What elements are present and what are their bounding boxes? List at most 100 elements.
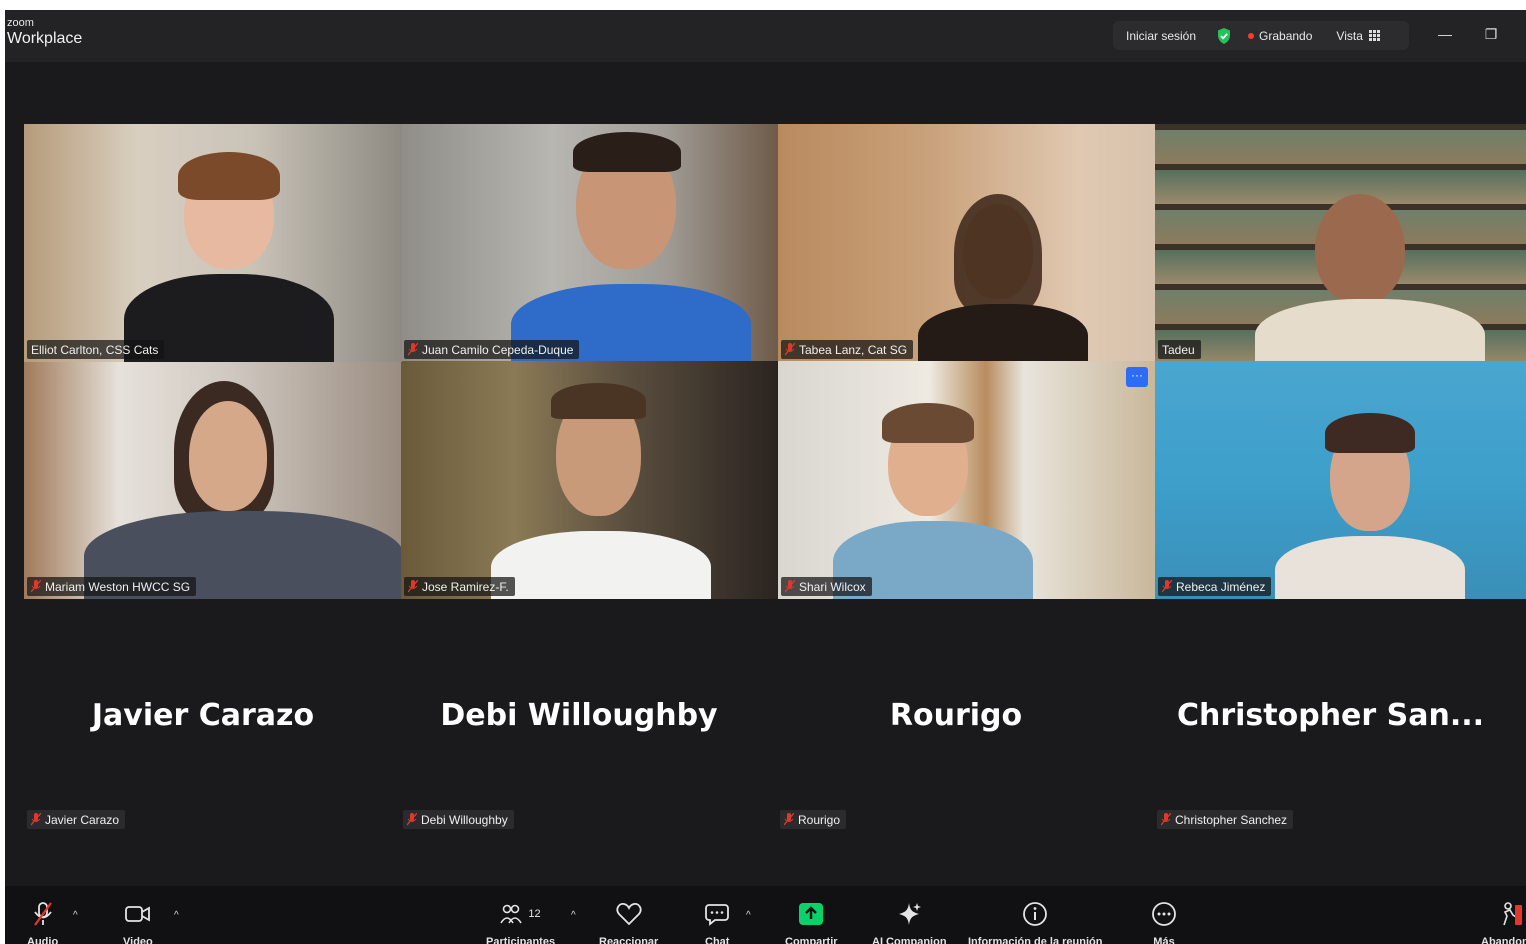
participant-name-tag: Shari Wilcox: [781, 577, 872, 596]
more-button[interactable]: Más: [1151, 900, 1177, 944]
participant-name-tag: Elliot Carlton, CSS Cats: [27, 340, 165, 359]
participants-count: 12: [528, 908, 541, 920]
sparkle-icon: [899, 903, 922, 925]
participant-hair: [573, 132, 681, 172]
leave-button[interactable]: Abandonar: [1481, 900, 1526, 944]
heart-icon: [616, 903, 642, 926]
mic-muted-icon: [784, 813, 794, 826]
participant-display-name: Debi Willoughby: [440, 698, 718, 733]
title-bar: zoom Workplace Iniciar sesión Grabando V…: [5, 10, 1526, 62]
shield-check-icon[interactable]: [1216, 27, 1232, 45]
share-label: Compartir: [785, 936, 838, 944]
participant-display-name: Rourigo: [889, 698, 1023, 733]
react-label: Reaccionar: [599, 936, 659, 944]
mic-muted-icon: [408, 343, 418, 356]
participant-name-tag: Mariam Weston HWCC SG: [27, 577, 197, 596]
ai-companion-button[interactable]: AI Companion: [872, 900, 947, 944]
video-options-caret[interactable]: ^: [174, 910, 179, 921]
recording-label: Grabando: [1259, 28, 1313, 43]
participant-name-tag: Rourigo: [780, 810, 847, 829]
video-tile[interactable]: Jose Ramirez-F.: [401, 361, 779, 599]
react-button[interactable]: Reaccionar: [599, 900, 658, 944]
video-tile[interactable]: Tadeu: [1155, 124, 1526, 362]
more-options-button[interactable]: ···: [1126, 367, 1148, 387]
participants-label: Participantes: [486, 936, 556, 944]
mic-muted-icon: [785, 580, 795, 593]
recording-dot-icon: [1248, 32, 1255, 39]
participant-display-name: Christopher San...: [1176, 698, 1485, 733]
chat-options-caret[interactable]: ^: [746, 910, 751, 921]
share-button[interactable]: Compartir: [785, 900, 838, 944]
more-icon: [1152, 902, 1176, 926]
mic-muted-icon: [408, 580, 418, 593]
participant-hair: [178, 152, 280, 200]
participants-icon: [500, 904, 523, 924]
mic-muted-icon: [31, 813, 41, 826]
view-button[interactable]: Vista: [1336, 28, 1380, 43]
participants-button[interactable]: 12 Participantes: [486, 900, 555, 944]
video-tile[interactable]: Juan Camilo Cepeda-Duque: [401, 124, 779, 362]
chat-icon: [705, 904, 730, 926]
meeting-toolbar: Audio ^ Video ^ 12 Participantes ^ Reacc…: [5, 886, 1526, 944]
recording-indicator[interactable]: Grabando: [1248, 29, 1312, 43]
video-tile[interactable]: Tabea Lanz, Cat SG: [778, 124, 1156, 362]
brand-small: zoom: [7, 17, 34, 29]
leave-label: Abandonar: [1481, 936, 1526, 944]
participant-name-tag: Tabea Lanz, Cat SG: [781, 340, 914, 359]
participant-display-name: Javier Carazo: [91, 698, 315, 733]
audio-only-tile[interactable]: Christopher San... Christopher Sanchez: [1135, 610, 1526, 846]
audio-button[interactable]: Audio: [27, 900, 58, 944]
meeting-status-bar: Iniciar sesión Grabando Vista: [1113, 21, 1409, 50]
video-tile[interactable]: Elliot Carlton, CSS Cats: [24, 124, 402, 362]
participant-hair: [882, 403, 974, 443]
video-tile[interactable]: ··· Shari Wilcox: [778, 361, 1156, 599]
participant-hair: [1325, 413, 1415, 453]
view-label: Vista: [1336, 28, 1363, 43]
minimize-button[interactable]: —: [1435, 24, 1455, 44]
participant-face: [189, 401, 267, 511]
zoom-window: zoom Workplace Iniciar sesión Grabando V…: [5, 10, 1526, 944]
audio-options-caret[interactable]: ^: [73, 910, 78, 921]
mic-muted-icon: [31, 580, 41, 593]
mic-muted-icon: [1161, 813, 1171, 826]
leave-icon: [1503, 902, 1523, 926]
mic-muted-icon: [1162, 580, 1172, 593]
participant-body: [1255, 299, 1485, 362]
video-button[interactable]: Video: [123, 900, 153, 944]
audio-only-tile[interactable]: Debi Willoughby Debi Willoughby: [381, 610, 777, 846]
audio-only-tile[interactable]: Rourigo Rourigo: [758, 610, 1154, 846]
meeting-info-label: Información de la reunión: [968, 936, 1103, 944]
sign-in-link[interactable]: Iniciar sesión: [1126, 29, 1196, 43]
app-logo: zoom Workplace: [7, 18, 82, 47]
participant-name-tag: Christopher Sanchez: [1157, 810, 1294, 829]
mic-muted-icon: [33, 902, 52, 926]
participant-name-tag: Javier Carazo: [27, 810, 126, 829]
participant-name-tag: Tadeu: [1158, 340, 1201, 359]
participant-hair: [954, 194, 1042, 314]
chat-label: Chat: [705, 936, 730, 944]
brand-workplace: Workplace: [7, 30, 83, 47]
video-label: Video: [123, 936, 153, 944]
mic-muted-icon: [785, 343, 795, 356]
restore-button[interactable]: ❐: [1481, 24, 1501, 44]
participant-hair: [551, 383, 646, 419]
meeting-info-button[interactable]: Información de la reunión: [968, 900, 1102, 944]
grid-icon: [1368, 30, 1380, 41]
share-screen-icon: [799, 903, 824, 925]
video-camera-icon: [124, 906, 150, 922]
participant-name-tag: Rebeca Jiménez: [1158, 577, 1272, 596]
more-label: Más: [1153, 936, 1175, 944]
participants-options-caret[interactable]: ^: [571, 910, 576, 921]
mic-muted-icon: [407, 813, 417, 826]
participant-body: [1275, 536, 1465, 599]
participant-face: [1315, 194, 1405, 304]
participant-name-tag: Debi Willoughby: [403, 810, 514, 829]
participant-body: [491, 531, 711, 599]
video-tile[interactable]: Mariam Weston HWCC SG: [24, 361, 402, 599]
audio-only-tile[interactable]: Javier Carazo Javier Carazo: [5, 610, 401, 846]
chat-button[interactable]: Chat: [705, 900, 729, 944]
participant-name-tag: Juan Camilo Cepeda-Duque: [404, 340, 580, 359]
participant-name-tag: Jose Ramirez-F.: [404, 577, 515, 596]
video-tile[interactable]: Rebeca Jiménez: [1155, 361, 1526, 599]
participant-body: [918, 304, 1088, 362]
